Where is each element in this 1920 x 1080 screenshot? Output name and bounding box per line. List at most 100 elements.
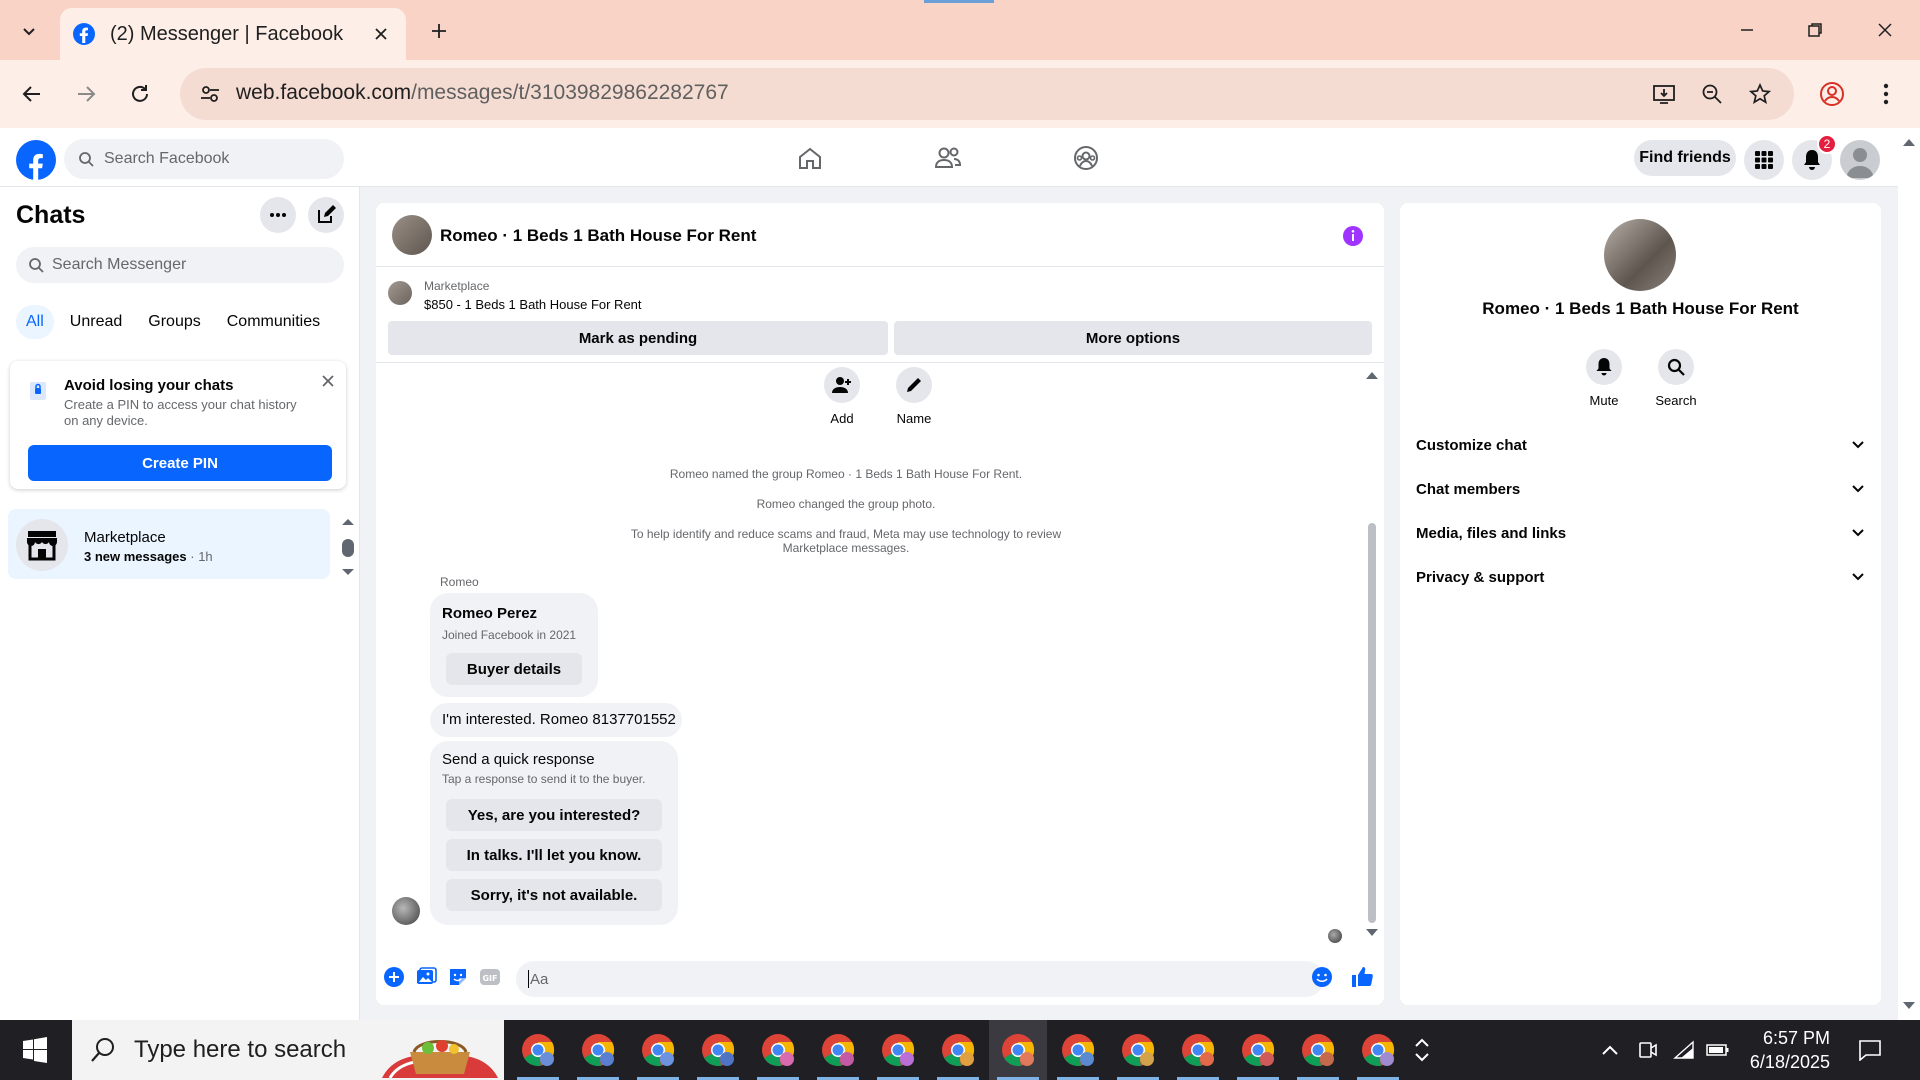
install-app-button[interactable] — [1646, 76, 1682, 112]
conversation-title[interactable]: Romeo · 1 Beds 1 Bath House For Rent — [440, 226, 756, 246]
site-info-button[interactable] — [192, 76, 228, 112]
taskbar-chrome-window[interactable] — [749, 1020, 807, 1080]
like-button[interactable] — [1350, 965, 1374, 989]
taskbar-chrome-window-active[interactable] — [989, 1020, 1047, 1080]
quick-response-option[interactable]: Sorry, it's not available. — [446, 879, 662, 911]
messenger-search-placeholder: Search Messenger — [52, 256, 187, 273]
taskbar-chrome-window[interactable] — [1229, 1020, 1287, 1080]
info-icon[interactable] — [1342, 225, 1364, 247]
pin-card-close-button[interactable] — [318, 371, 338, 391]
filter-groups[interactable]: Groups — [138, 305, 210, 339]
back-button[interactable] — [12, 74, 52, 114]
more-options-button[interactable]: More options — [894, 321, 1372, 355]
bookmark-button[interactable] — [1742, 76, 1778, 112]
forward-button[interactable] — [66, 74, 106, 114]
section-customize-chat[interactable]: Customize chat — [1416, 423, 1865, 467]
conversation-avatar[interactable] — [392, 215, 432, 255]
buyer-details-button[interactable]: Buyer details — [446, 653, 582, 685]
minimize-window-button[interactable] — [1722, 12, 1772, 48]
new-message-button[interactable] — [308, 197, 344, 233]
message-list-scrollbar[interactable] — [1364, 363, 1380, 943]
group-photo[interactable] — [1604, 219, 1676, 291]
sender-avatar[interactable] — [392, 897, 420, 925]
taskbar-chrome-window[interactable] — [1349, 1020, 1407, 1080]
meet-now-tray-button[interactable] — [1634, 1036, 1662, 1064]
storefront-icon — [27, 531, 57, 561]
scroll-up-arrow-icon[interactable] — [1364, 369, 1380, 381]
listing-title[interactable]: $850 - 1 Beds 1 Bath House For Rent — [424, 297, 642, 312]
browser-tab-messenger[interactable]: (2) Messenger | Facebook — [60, 8, 406, 60]
section-chat-members[interactable]: Chat members — [1416, 467, 1865, 511]
taskbar-chrome-window[interactable] — [809, 1020, 867, 1080]
attach-photo-button[interactable] — [414, 965, 438, 989]
action-center-button[interactable] — [1856, 1036, 1884, 1064]
gif-button[interactable]: GIF — [478, 965, 502, 989]
tab-search-button[interactable] — [12, 14, 46, 48]
add-people-action[interactable]: Add — [812, 367, 872, 426]
browser-menu-button[interactable] — [1866, 74, 1906, 114]
taskbar-chrome-window[interactable] — [689, 1020, 747, 1080]
conversation-list-scrollbar[interactable] — [340, 517, 356, 577]
new-tab-button[interactable] — [424, 16, 454, 46]
page-scrollbar[interactable] — [1898, 128, 1920, 1020]
facebook-logo-icon[interactable] — [16, 140, 56, 180]
mute-action[interactable]: Mute — [1574, 349, 1634, 408]
details-title: Romeo · 1 Beds 1 Bath House For Rent — [1482, 299, 1799, 318]
section-privacy-support[interactable]: Privacy & support — [1416, 555, 1865, 599]
taskbar-chrome-window[interactable] — [509, 1020, 567, 1080]
zoom-button[interactable] — [1694, 76, 1730, 112]
chrome-icon — [642, 1034, 675, 1066]
network-tray-button[interactable] — [1670, 1036, 1698, 1064]
message-bubble[interactable]: I'm interested. Romeo 8137701552 — [430, 703, 682, 737]
scroll-down-arrow-icon[interactable] — [1364, 927, 1380, 939]
quick-response-option[interactable]: In talks. I'll let you know. — [446, 839, 662, 871]
nav-friends[interactable] — [933, 143, 963, 173]
address-bar[interactable]: web.facebook.com/messages/t/310398298622… — [180, 68, 1794, 120]
taskbar-chrome-window[interactable] — [629, 1020, 687, 1080]
mark-as-pending-button[interactable]: Mark as pending — [388, 321, 888, 355]
install-icon — [1653, 85, 1675, 104]
listing-thumbnail[interactable] — [388, 281, 412, 305]
search-conversation-action[interactable]: Search — [1646, 349, 1706, 408]
filter-communities[interactable]: Communities — [217, 305, 330, 339]
facebook-search-input[interactable]: Search Facebook — [64, 139, 344, 179]
chats-options-button[interactable] — [260, 197, 296, 233]
message-input[interactable]: Aa — [516, 961, 1324, 997]
more-actions-button[interactable] — [382, 965, 406, 989]
taskbar-chrome-window[interactable] — [1049, 1020, 1107, 1080]
start-button[interactable] — [0, 1020, 70, 1080]
scrollbar-thumb[interactable] — [1368, 523, 1376, 923]
reload-button[interactable] — [120, 74, 160, 114]
create-pin-button[interactable]: Create PIN — [28, 445, 332, 481]
scroll-up-arrow-icon[interactable] — [1898, 134, 1920, 150]
taskbar-chrome-window[interactable] — [1109, 1020, 1167, 1080]
restore-window-button[interactable] — [1790, 12, 1840, 48]
show-hidden-icons-button[interactable] — [1596, 1036, 1624, 1064]
nav-groups[interactable] — [1071, 143, 1101, 173]
quick-response-option[interactable]: Yes, are you interested? — [446, 799, 662, 831]
scroll-down-arrow-icon[interactable] — [1898, 998, 1920, 1014]
account-avatar[interactable] — [1840, 140, 1880, 180]
taskbar-search-box[interactable]: Type here to search — [72, 1020, 504, 1080]
conversation-marketplace[interactable]: Marketplace 3 new messages · 1h — [8, 509, 330, 579]
menu-button[interactable] — [1744, 140, 1784, 180]
close-window-button[interactable] — [1860, 12, 1910, 48]
taskbar-chrome-window[interactable] — [929, 1020, 987, 1080]
filter-all[interactable]: All — [16, 305, 54, 339]
taskbar-chrome-window[interactable] — [1289, 1020, 1347, 1080]
sticker-button[interactable] — [446, 965, 470, 989]
taskbar-chrome-window[interactable] — [569, 1020, 627, 1080]
nav-home[interactable] — [795, 143, 825, 173]
emoji-button[interactable] — [1310, 965, 1334, 989]
taskbar-clock[interactable]: 6:57 PM 6/18/2025 — [1720, 1026, 1830, 1074]
filter-unread[interactable]: Unread — [60, 305, 132, 339]
tab-close-button[interactable] — [368, 21, 394, 47]
taskbar-overflow-arrows-icon[interactable] — [1410, 1020, 1434, 1080]
section-media-files-links[interactable]: Media, files and links — [1416, 511, 1865, 555]
messenger-search-input[interactable]: Search Messenger — [16, 247, 344, 283]
profile-button[interactable] — [1812, 74, 1852, 114]
name-group-action[interactable]: Name — [884, 367, 944, 426]
taskbar-chrome-window[interactable] — [1169, 1020, 1227, 1080]
find-friends-button[interactable]: Find friends — [1634, 140, 1736, 176]
taskbar-chrome-window[interactable] — [869, 1020, 927, 1080]
